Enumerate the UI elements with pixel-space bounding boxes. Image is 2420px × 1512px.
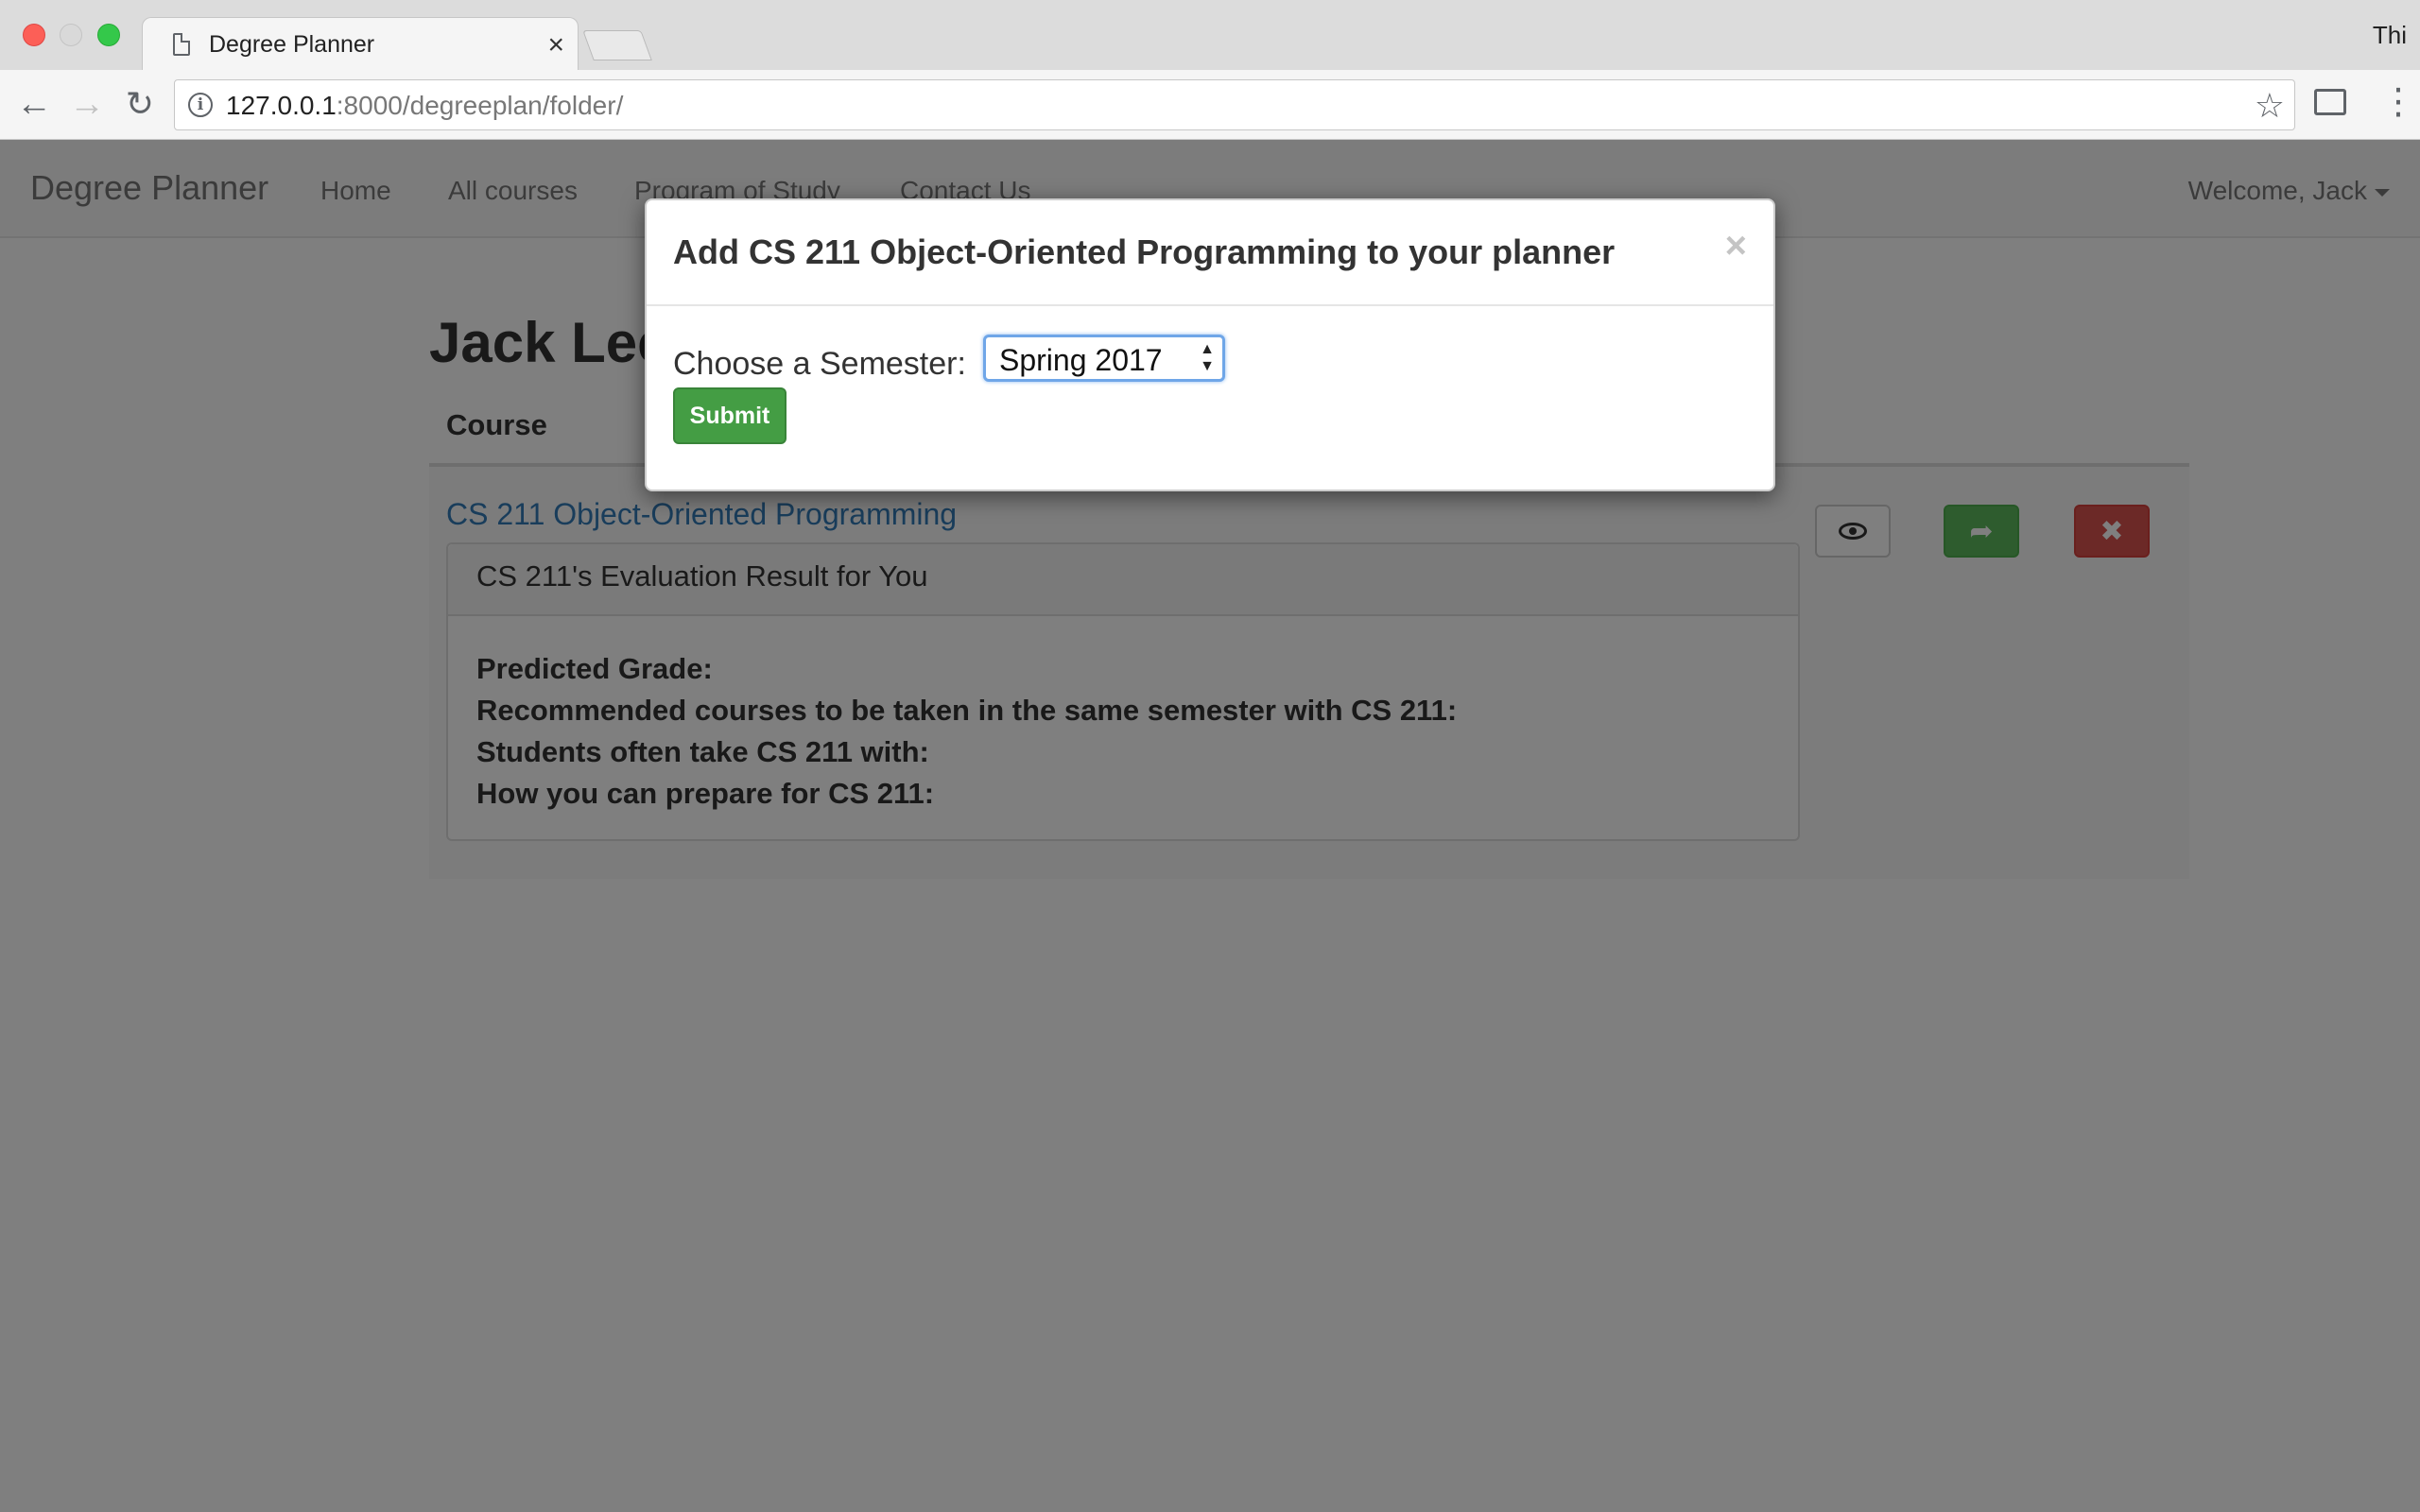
browser-titlebar: Degree Planner × Thi xyxy=(0,0,2420,70)
url-path: :8000/degreeplan/folder/ xyxy=(336,91,624,120)
modal-title: Add CS 211 Object-Oriented Programming t… xyxy=(673,232,1616,271)
close-icon[interactable]: × xyxy=(1725,225,1747,267)
url-text[interactable]: 127.0.0.1:8000/degreeplan/folder/ xyxy=(226,91,623,121)
menu-icon[interactable]: ⋮ xyxy=(2380,79,2416,125)
modal-header: Add CS 211 Object-Oriented Programming t… xyxy=(647,200,1773,306)
add-course-modal: Add CS 211 Object-Oriented Programming t… xyxy=(645,198,1775,491)
semester-label: Choose a Semester: xyxy=(673,346,966,382)
semester-select[interactable]: Spring 2017 ▲ ▼ xyxy=(983,335,1225,382)
forward-icon[interactable]: → xyxy=(66,83,108,125)
window-close-button[interactable] xyxy=(23,24,45,46)
browser-toolbar: ← → ↻ i 127.0.0.1:8000/degreeplan/folder… xyxy=(0,70,2420,140)
window-minimize-button[interactable] xyxy=(60,24,82,46)
submit-button[interactable]: Submit xyxy=(673,387,786,444)
window-maximize-button[interactable] xyxy=(97,24,120,46)
page-icon xyxy=(173,33,190,56)
url-host: 127.0.0.1 xyxy=(226,91,337,120)
tab-title: Degree Planner xyxy=(209,31,375,58)
select-arrows-icon: ▲ ▼ xyxy=(1200,341,1215,374)
tab-close-icon[interactable]: × xyxy=(547,29,564,61)
back-icon[interactable]: ← xyxy=(13,83,55,125)
new-tab-button[interactable] xyxy=(582,30,652,60)
cast-icon[interactable] xyxy=(2314,89,2346,115)
info-icon[interactable]: i xyxy=(188,93,213,117)
profile-label[interactable]: Thi xyxy=(2373,21,2407,50)
address-bar[interactable]: i 127.0.0.1:8000/degreeplan/folder/ ☆ xyxy=(174,79,2295,130)
star-icon[interactable]: ☆ xyxy=(2255,86,2285,126)
reload-icon[interactable]: ↻ xyxy=(119,83,161,125)
semester-value: Spring 2017 xyxy=(999,343,1163,377)
browser-tab[interactable]: Degree Planner × xyxy=(142,17,579,70)
